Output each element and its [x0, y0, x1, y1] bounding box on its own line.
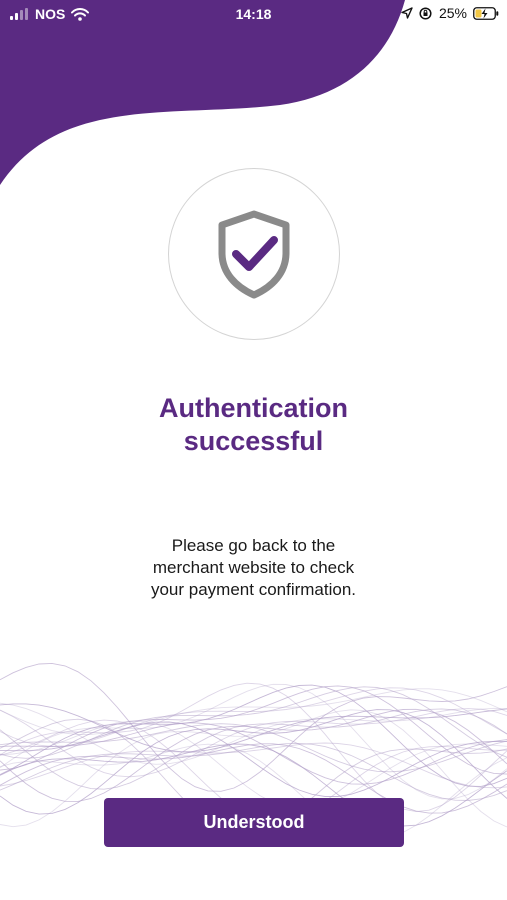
title-line: Authentication	[159, 393, 348, 423]
wave-line	[0, 686, 507, 759]
location-arrow-icon	[401, 7, 413, 19]
message-line: your payment confirmation.	[150, 580, 357, 599]
message-line: Please go back to the	[171, 536, 336, 555]
understood-button[interactable]: Understood	[104, 798, 404, 847]
wave-line	[0, 708, 507, 802]
wave-line	[0, 682, 507, 813]
battery-percent: 25%	[438, 5, 467, 21]
wave-line	[0, 702, 507, 765]
success-icon-circle	[168, 168, 340, 340]
page-title: Authentication successful	[0, 392, 507, 458]
confirmation-message: Please go back to the merchant website t…	[0, 535, 507, 601]
title-line: successful	[183, 426, 324, 456]
wave-line	[0, 742, 507, 801]
wave-line	[0, 683, 507, 800]
message-line: merchant website to check	[152, 558, 355, 577]
orientation-lock-icon	[419, 6, 432, 20]
battery-charging-icon	[473, 6, 499, 20]
shield-check-icon	[218, 210, 290, 299]
status-bar: NOS 14:18 25%	[0, 0, 507, 28]
